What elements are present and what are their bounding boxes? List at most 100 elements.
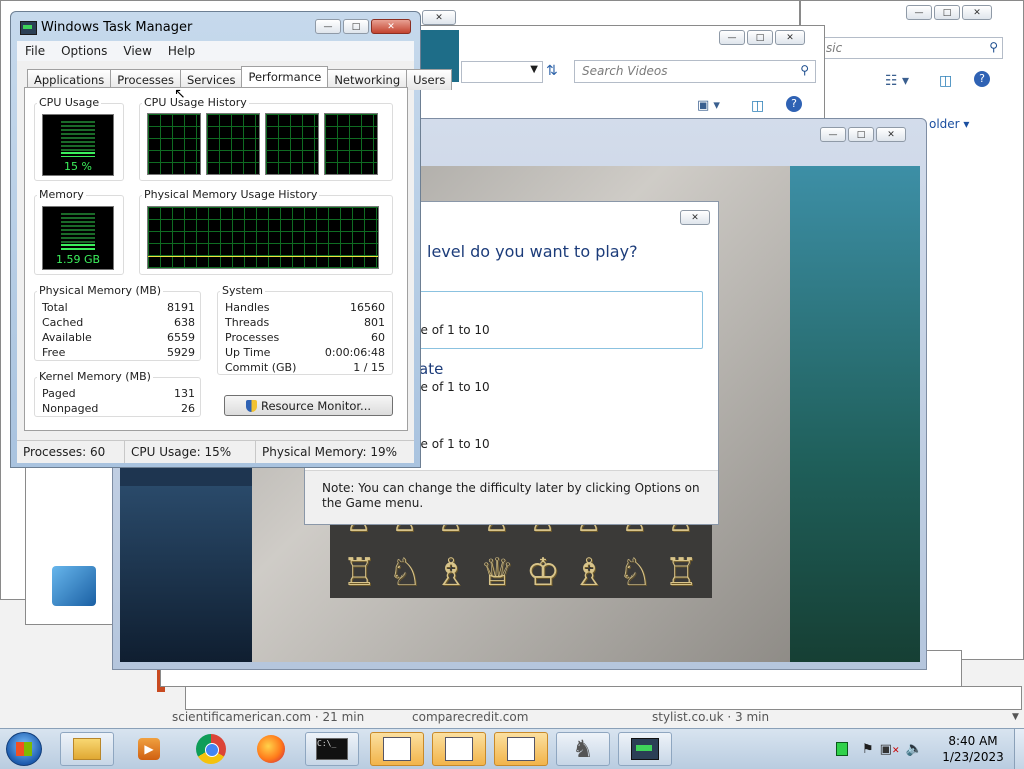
taskbar-explorer[interactable] — [60, 732, 114, 766]
knight-piece[interactable]: ♘ — [388, 552, 422, 592]
maximize-button[interactable]: □ — [848, 127, 874, 142]
taskbar-window-2[interactable] — [432, 732, 486, 766]
taskbar-media-player[interactable]: ▶ — [122, 732, 176, 766]
clock[interactable]: 8:40 AM 1/23/2023 — [938, 733, 1008, 765]
dialog-close-button[interactable]: ✕ — [680, 210, 710, 225]
right-backdrop — [790, 166, 920, 662]
stat-value: 1 / 15 — [353, 361, 385, 374]
tile-comparecredit[interactable]: comparecredit.com — [412, 710, 528, 724]
menu-bar: File Options View Help — [17, 41, 414, 61]
close-button[interactable]: ✕ — [371, 19, 411, 34]
windows-logo-icon — [16, 742, 32, 756]
search-music-placeholder: sic — [826, 41, 843, 55]
bishop-piece[interactable]: ♗ — [434, 552, 468, 592]
network-icon[interactable]: ▣✕ — [880, 742, 900, 757]
stat-label: Up Time — [225, 346, 271, 359]
minimize-button[interactable]: — — [906, 5, 932, 20]
dialog-note: Note: You can change the difficulty late… — [305, 470, 718, 524]
stat-label: Commit (GB) — [225, 361, 297, 374]
taskbar-chess[interactable]: ♞ — [556, 732, 610, 766]
task-manager-body: Applications Processes Services Performa… — [17, 61, 453, 461]
tab-users[interactable]: Users — [406, 69, 453, 90]
option-beginner[interactable] — [395, 291, 703, 349]
folder-link-text: older — [929, 117, 960, 131]
stat-nonpaged: Nonpaged 26 — [42, 402, 195, 415]
tile-stylist[interactable]: stylist.co.uk · 3 min — [652, 710, 769, 724]
tile-scientificamerican[interactable]: scientificamerican.com · 21 min — [172, 710, 364, 724]
taskbar-chrome[interactable] — [184, 732, 238, 766]
task-manager-window: Windows Task Manager — □ ✕ File Options … — [10, 11, 453, 468]
kernel-memory-group: Kernel Memory (MB) Paged 131 Nonpaged 26 — [34, 370, 201, 417]
minimize-button[interactable]: — — [719, 30, 745, 45]
close-button[interactable]: ✕ — [422, 10, 456, 25]
volume-icon[interactable]: 🔈 — [906, 741, 923, 757]
stat-value: 16560 — [350, 301, 385, 314]
maximize-button[interactable]: □ — [934, 5, 960, 20]
resource-monitor-label: Resource Monitor... — [260, 398, 372, 413]
physical-memory-label: Physical Memory (MB) — [37, 284, 164, 297]
action-center-icon[interactable]: ⚑ — [862, 742, 874, 757]
menu-view[interactable]: View — [115, 44, 159, 58]
bishop-piece[interactable]: ♗ — [572, 552, 606, 592]
show-desktop-button[interactable] — [1014, 729, 1024, 769]
memory-history-group: Physical Memory Usage History — [139, 188, 393, 275]
start-button[interactable] — [6, 732, 42, 766]
knight-piece[interactable]: ♘ — [618, 552, 652, 592]
taskbar-cmd[interactable]: C:\_ — [305, 732, 359, 766]
status-memory: Physical Memory: 19% — [262, 445, 398, 459]
memory-group: Memory 1.59 GB — [34, 188, 124, 275]
window-4-caption-buttons: — □ ✕ — [719, 30, 805, 45]
search-music-input[interactable]: sic ⚲ — [818, 37, 1003, 59]
close-button[interactable]: ✕ — [962, 5, 992, 20]
menu-help[interactable]: Help — [160, 44, 203, 58]
taskbar-window-1[interactable] — [370, 732, 424, 766]
memory-label: Memory — [37, 188, 86, 201]
view-options-icon[interactable]: ▣ ▾ — [697, 98, 720, 113]
scrollbar-arrow[interactable]: ▼ — [1012, 712, 1019, 722]
maximize-button[interactable]: □ — [747, 30, 773, 45]
cpu-history-graph-core2 — [206, 113, 260, 175]
preview-pane-icon[interactable]: ◫ — [751, 98, 764, 114]
status-cpu: CPU Usage: 15% — [125, 441, 256, 463]
stat-label: Paged — [42, 387, 76, 400]
taskbar-window-3[interactable] — [494, 732, 548, 766]
cpu-usage-label: CPU Usage — [37, 96, 102, 109]
cpu-tray-icon[interactable] — [836, 742, 848, 756]
stat-total: Total 8191 — [42, 301, 195, 314]
help-icon[interactable]: ? — [786, 96, 802, 112]
refresh-icon[interactable]: ⇅ — [546, 63, 558, 79]
folder-link[interactable]: older ▾ — [929, 117, 969, 131]
taskbar-task-manager[interactable] — [618, 732, 672, 766]
minimize-button[interactable]: — — [315, 19, 341, 34]
help-icon[interactable]: ? — [974, 71, 990, 87]
king-piece[interactable]: ♔ — [526, 552, 560, 592]
menu-options[interactable]: Options — [53, 44, 115, 58]
command-prompt-icon: C:\_ — [316, 738, 348, 760]
dialog-question: level do you want to play? — [427, 242, 638, 261]
address-bar[interactable]: ▼ — [461, 61, 543, 83]
preview-pane-icon[interactable]: ◫ — [939, 73, 952, 89]
close-button[interactable]: ✕ — [775, 30, 805, 45]
memory-history-label: Physical Memory Usage History — [142, 188, 320, 201]
taskbar-firefox[interactable] — [244, 732, 298, 766]
media-center-icon[interactable] — [52, 566, 96, 606]
view-icon[interactable]: ☷ ▾ — [885, 73, 909, 89]
chevron-down-icon: ▼ — [530, 64, 538, 75]
stat-value: 638 — [174, 316, 195, 329]
window-3-caption-buttons: — □ ✕ — [906, 5, 992, 20]
stat-label: Available — [42, 331, 92, 344]
stat-label: Nonpaged — [42, 402, 99, 415]
close-button[interactable]: ✕ — [876, 127, 906, 142]
cpu-history-group: CPU Usage History — [139, 96, 393, 181]
task-manager-caption-buttons: — □ ✕ — [315, 19, 411, 34]
search-videos-input[interactable]: Search Videos ⚲ — [574, 60, 816, 83]
resource-monitor-button[interactable]: Resource Monitor... — [224, 395, 393, 416]
option-intermediate-title[interactable]: ate — [419, 360, 443, 378]
rook-piece[interactable]: ♖ — [342, 552, 376, 592]
queen-piece[interactable]: ♕ — [480, 552, 514, 592]
minimize-button[interactable]: — — [820, 127, 846, 142]
menu-file[interactable]: File — [17, 44, 53, 58]
memory-meter-fill — [61, 244, 95, 251]
rook-piece[interactable]: ♖ — [664, 552, 698, 592]
maximize-button[interactable]: □ — [343, 19, 369, 34]
